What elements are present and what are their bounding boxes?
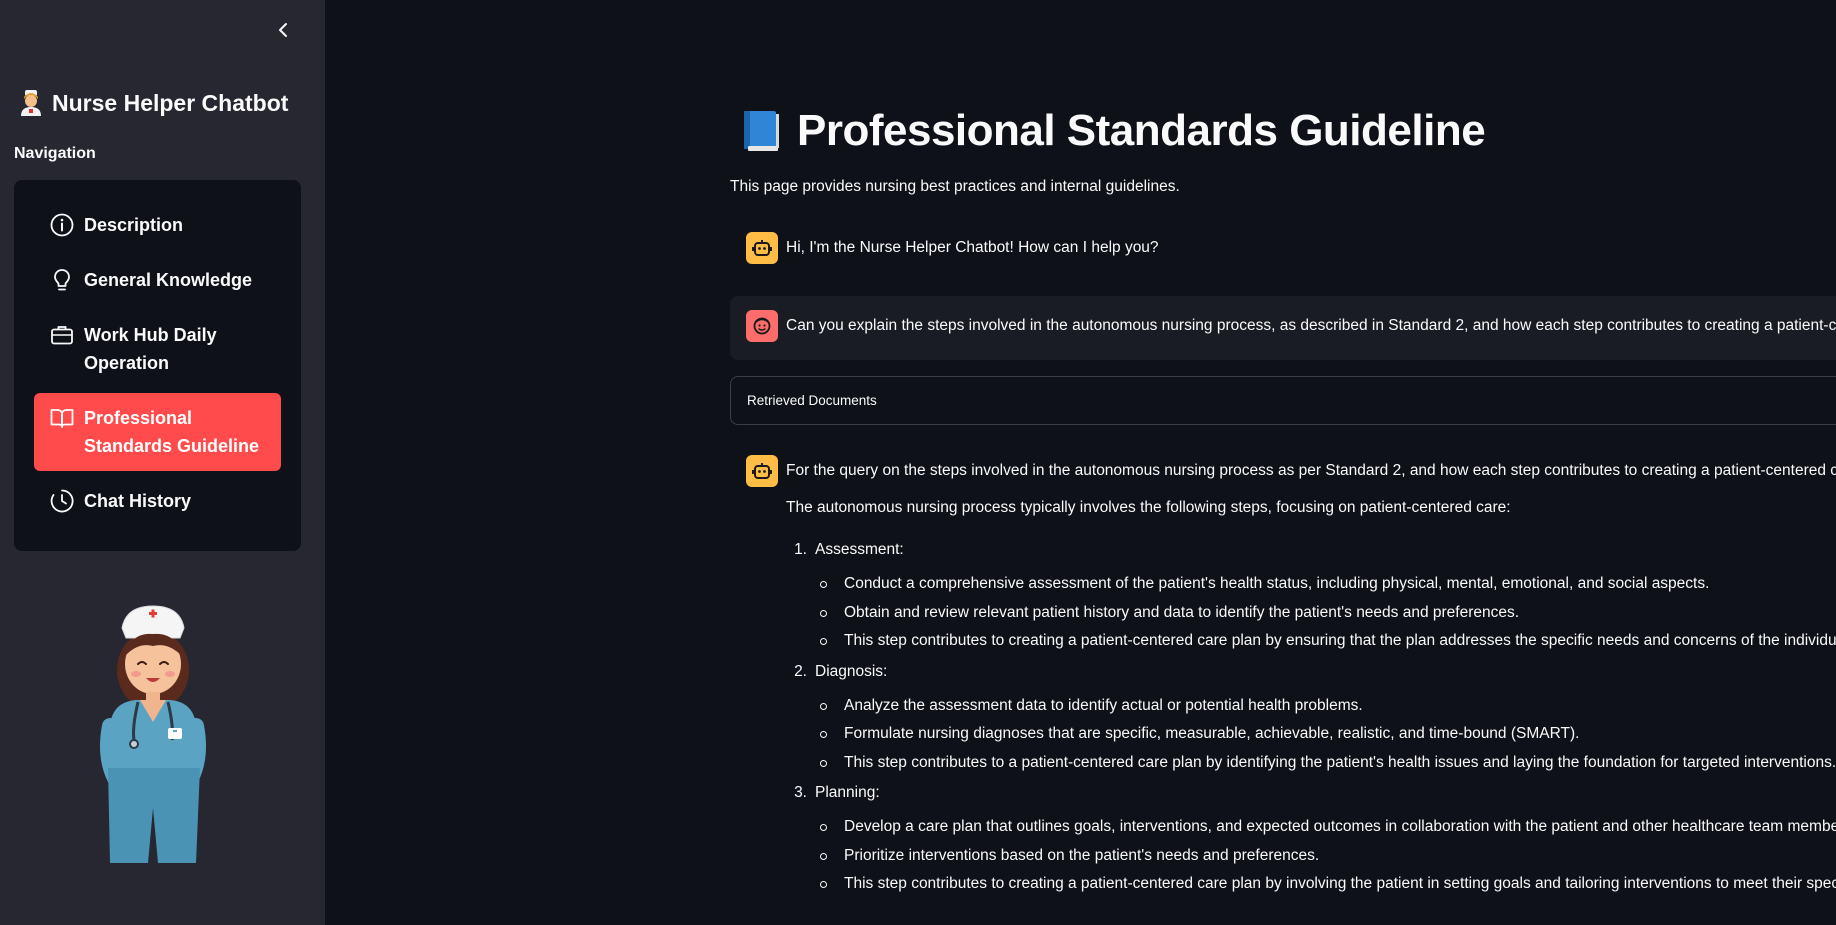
lightbulb-icon	[54, 269, 70, 291]
retrieved-documents-expander[interactable]: Retrieved Documents	[730, 376, 1836, 425]
page-title: Professional Standards Guideline	[739, 106, 1486, 156]
chevron-left-icon	[279, 23, 287, 37]
nav-item-label: Professional Standards Guideline	[84, 408, 260, 456]
nav-item-chat-history[interactable]: Chat History	[34, 476, 281, 526]
step-bullet: This step contributes to creating a pati…	[815, 873, 1836, 895]
chat-message-assistant: Hi, I'm the Nurse Helper Chatbot! How ca…	[730, 232, 1836, 264]
answer-first-line: For the query on the steps involved in t…	[786, 462, 1836, 479]
nav-item-label: General Knowledge	[84, 270, 253, 290]
nav-menu: Description General Knowledge Work Hub D…	[14, 180, 301, 551]
step-title: Assessment:	[815, 541, 904, 558]
nurse-emoji-icon	[21, 90, 41, 116]
step-bullet: Develop a care plan that outlines goals,…	[815, 816, 1836, 838]
bot-avatar	[746, 455, 778, 487]
step-bullet: This step contributes to a patient-cente…	[815, 752, 1836, 774]
step-title: Diagnosis:	[815, 662, 888, 680]
step-bullet: This step contributes to creating a pati…	[815, 630, 1836, 652]
step-number: 2.	[794, 662, 807, 680]
step-number: 3.	[794, 784, 807, 801]
nurse-illustration	[96, 598, 220, 863]
step-item: 1. Assessment: Conduct a comprehensive as…	[786, 531, 1836, 652]
briefcase-icon	[51, 326, 73, 345]
chat-message-assistant-answer: For the query on the steps involved in t…	[730, 455, 1836, 902]
page-subtitle: This page provides nursing best practice…	[730, 178, 1180, 195]
step-bullet: Conduct a comprehensive assessment of th…	[815, 573, 1836, 595]
step-bullet: Obtain and review relevant patient histo…	[815, 602, 1836, 624]
app-title-text: Nurse Helper Chatbot	[52, 89, 289, 116]
bot-avatar	[746, 232, 778, 264]
main-content: Professional Standards Guideline This pa…	[325, 0, 1836, 925]
step-bullet: Formulate nursing diagnoses that are spe…	[815, 723, 1836, 745]
expander-label: Retrieved Documents	[747, 393, 877, 408]
step-number: 1.	[794, 541, 807, 558]
user-face-icon	[753, 317, 771, 335]
clock-icon	[50, 489, 74, 513]
book-open-icon	[50, 409, 74, 428]
step-bullet: Analyze the assessment data to identify …	[815, 695, 1836, 717]
info-circle-icon	[50, 213, 74, 237]
nav-item-general-knowledge[interactable]: General Knowledge	[34, 255, 281, 305]
sidebar: Nurse Helper Chatbot Navigation Descript…	[0, 0, 325, 925]
nav-heading: Navigation	[14, 145, 96, 162]
nav-item-description[interactable]: Description	[34, 200, 281, 250]
step-item: 2. Diagnosis: Analyze the assessment data…	[786, 659, 1836, 774]
robot-icon	[752, 240, 772, 256]
page-title-text: Professional Standards Guideline	[797, 106, 1486, 155]
robot-icon	[752, 463, 772, 479]
nav-item-professional-standards[interactable]: Professional Standards Guideline	[34, 393, 281, 471]
user-avatar	[746, 310, 778, 342]
nav-item-work-hub[interactable]: Work Hub Daily Operation	[34, 310, 281, 388]
app-root: Nurse Helper Chatbot Navigation Descript…	[0, 0, 1836, 925]
nav-item-label: Description	[84, 215, 184, 235]
answer-intro: The autonomous nursing process typically…	[786, 499, 1511, 516]
message-text: Can you explain the steps involved in th…	[786, 317, 1836, 334]
answer-steps-list: 1. Assessment: Conduct a comprehensive as…	[786, 531, 1836, 895]
message-text: Hi, I'm the Nurse Helper Chatbot! How ca…	[786, 239, 1159, 256]
collapse-sidebar-button[interactable]	[272, 17, 294, 43]
app-title: Nurse Helper Chatbot	[18, 89, 288, 117]
chat-message-user: Can you explain the steps involved in th…	[730, 296, 1836, 360]
nav-item-label: Work Hub Daily Operation	[84, 325, 217, 373]
step-title: Planning:	[815, 784, 880, 801]
step-bullet: Prioritize interventions based on the pa…	[815, 845, 1836, 867]
step-item: 3. Planning: Develop a care plan that out…	[786, 780, 1836, 895]
nav-item-label: Chat History	[84, 491, 192, 511]
blue-book-icon	[744, 111, 779, 151]
